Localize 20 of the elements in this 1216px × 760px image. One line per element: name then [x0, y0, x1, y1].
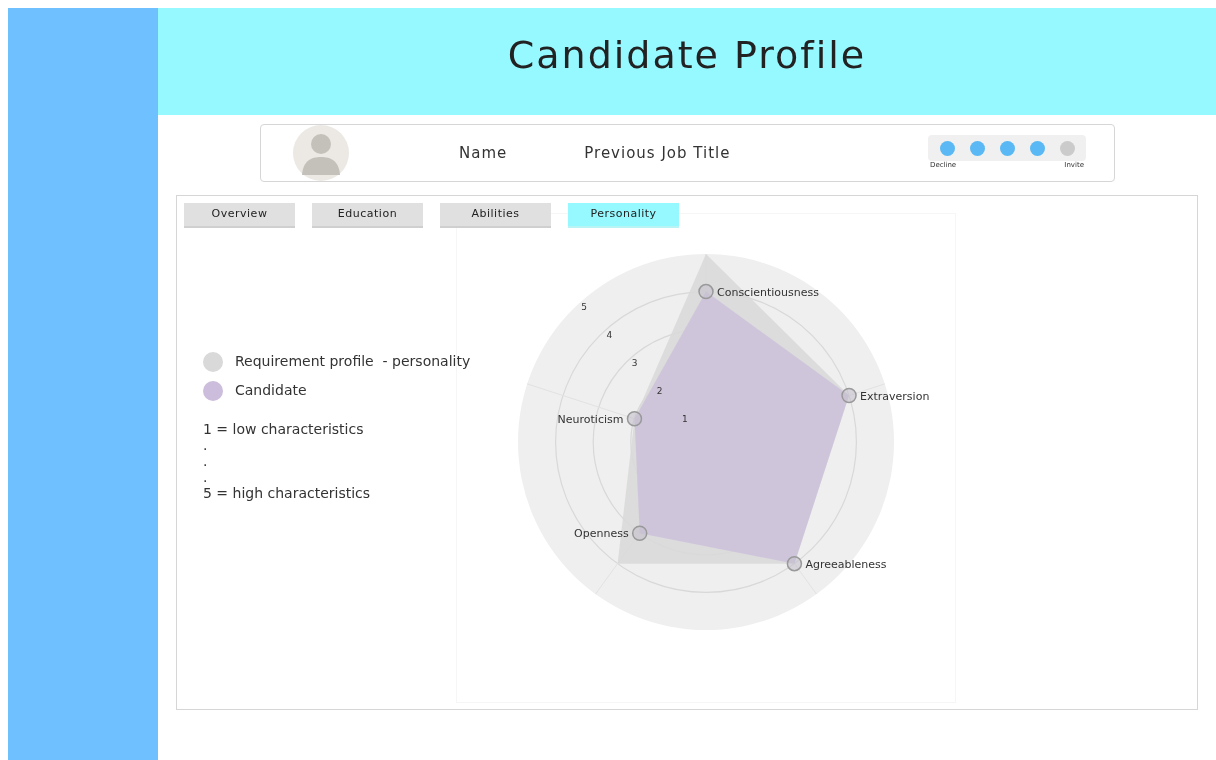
candidate-name: Name — [459, 142, 508, 164]
axis-label: Neuroticism — [557, 412, 624, 426]
scale-note: . — [203, 453, 209, 469]
tick-label: 4 — [606, 329, 613, 340]
legend-label: Requirement profile - personality — [235, 352, 471, 371]
legend-label: Candidate — [235, 381, 307, 400]
axis-label: Conscientiousness — [717, 285, 819, 299]
scale-note: . — [203, 469, 209, 485]
axis-label: Openness — [574, 527, 629, 541]
tick-label: 3 — [631, 357, 638, 368]
axis-label: Extraversion — [860, 389, 930, 403]
tick-label: 2 — [656, 385, 663, 396]
page-title: Candidate Profile — [507, 32, 867, 79]
axis-label: Agreeableness — [805, 557, 887, 571]
tick-label: 1 — [682, 413, 688, 424]
scale-note: . — [203, 437, 209, 453]
tick-label: 5 — [581, 301, 588, 312]
job-title: Previous Job Title — [584, 142, 731, 164]
scale-note: 5 = high characteristics — [203, 485, 372, 501]
scale-note: 1 = low characteristics — [203, 421, 365, 437]
